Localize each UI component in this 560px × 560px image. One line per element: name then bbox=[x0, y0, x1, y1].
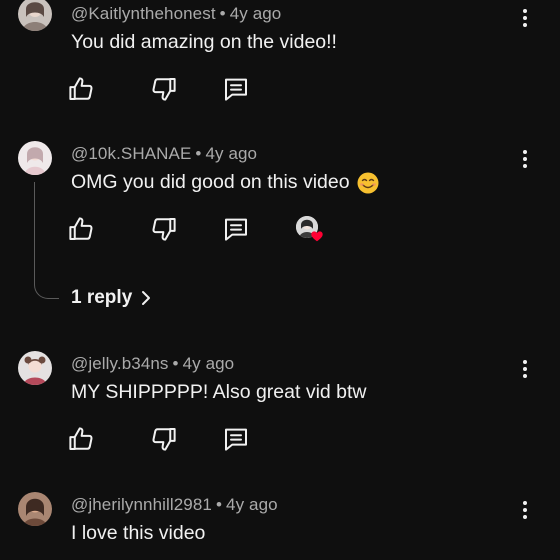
meta-separator: • bbox=[195, 144, 202, 163]
creator-heart-badge bbox=[296, 216, 330, 246]
comment-text: You did amazing on the video!! bbox=[71, 31, 337, 54]
author-name[interactable]: @Kaitlynthehonest bbox=[71, 4, 216, 23]
avatar[interactable] bbox=[18, 141, 52, 175]
thumbs-up-icon[interactable] bbox=[66, 214, 96, 244]
comment-text: I love this video bbox=[71, 522, 205, 545]
author-name[interactable]: @10k.SHANAE bbox=[71, 144, 191, 163]
thumbs-down-icon[interactable] bbox=[149, 424, 179, 454]
comment-text-content: MY SHIPPPPP! Also great vid btw bbox=[71, 381, 367, 403]
replies-label: 1 reply bbox=[71, 287, 133, 308]
avatar[interactable] bbox=[18, 492, 52, 526]
view-replies-button[interactable]: 1 reply bbox=[71, 287, 152, 309]
comment-text-content: I love this video bbox=[71, 522, 206, 544]
comment-actions bbox=[66, 74, 366, 104]
chevron-right-icon bbox=[142, 291, 151, 305]
smiling-face-emoji-icon bbox=[357, 172, 379, 194]
more-vertical-icon[interactable] bbox=[515, 147, 535, 171]
author-name[interactable]: @jherilynnhill2981 bbox=[71, 495, 212, 514]
comment-time: 4y ago bbox=[229, 4, 282, 23]
comment-meta: @jelly.b34ns • 4y ago bbox=[71, 354, 234, 374]
reply-thread-line bbox=[34, 182, 59, 299]
comment-text: OMG you did good on this video bbox=[71, 171, 379, 194]
comment-text-content: OMG you did good on this video bbox=[71, 171, 350, 193]
thumbs-down-icon[interactable] bbox=[149, 214, 179, 244]
comment-meta: @10k.SHANAE • 4y ago bbox=[71, 144, 257, 164]
comment-text-content: You did amazing on the video!! bbox=[71, 31, 337, 53]
creator-heart-icon bbox=[310, 229, 324, 243]
meta-separator: • bbox=[215, 495, 223, 514]
comment-time: 4y ago bbox=[205, 144, 258, 163]
meta-separator: • bbox=[219, 4, 226, 23]
comment-text: MY SHIPPPPP! Also great vid btw bbox=[71, 381, 367, 404]
thumbs-down-icon[interactable] bbox=[149, 74, 179, 104]
more-vertical-icon[interactable] bbox=[515, 6, 535, 30]
more-vertical-icon[interactable] bbox=[515, 357, 535, 381]
thumbs-up-icon[interactable] bbox=[66, 424, 96, 454]
avatar[interactable] bbox=[18, 0, 52, 31]
comment-meta: @Kaitlynthehonest • 4y ago bbox=[71, 4, 281, 24]
reply-comment-icon[interactable] bbox=[221, 74, 251, 104]
avatar[interactable] bbox=[18, 351, 52, 385]
comment-actions bbox=[66, 424, 366, 454]
reply-comment-icon[interactable] bbox=[221, 424, 251, 454]
comment-time: 4y ago bbox=[182, 354, 235, 373]
meta-separator: • bbox=[172, 354, 179, 373]
reply-comment-icon[interactable] bbox=[221, 214, 251, 244]
thumbs-up-icon[interactable] bbox=[66, 74, 96, 104]
comment-meta: @jherilynnhill2981 • 4y ago bbox=[71, 495, 278, 515]
comment-time: 4y ago bbox=[226, 495, 278, 514]
author-name[interactable]: @jelly.b34ns bbox=[71, 354, 169, 373]
more-vertical-icon[interactable] bbox=[515, 498, 535, 522]
